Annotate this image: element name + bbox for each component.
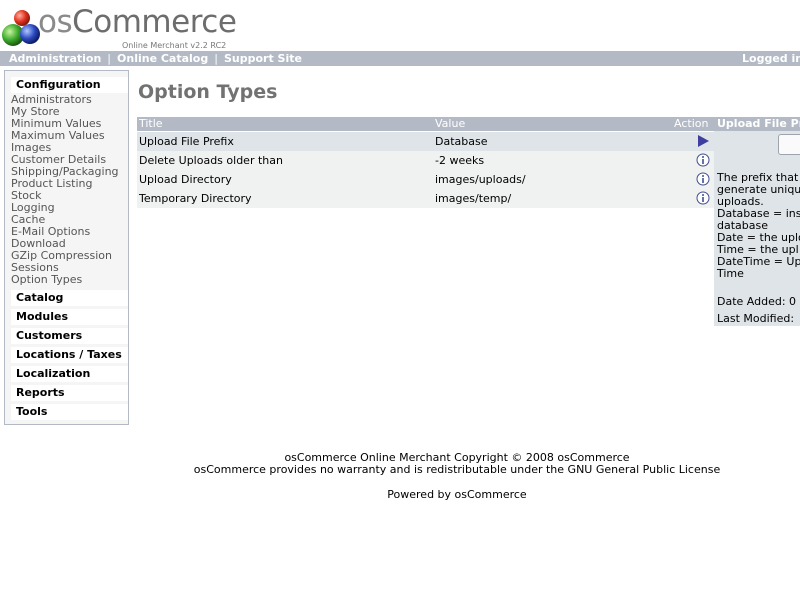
edit-button[interactable]: [778, 134, 800, 155]
support-site-link[interactable]: Support Site: [224, 52, 302, 65]
oscommerce-logo[interactable]: osCommerce Online Merchant v2.2 RC2: [0, 4, 237, 50]
infobox-description: The prefix that generate uniqu uploads. …: [717, 172, 800, 280]
sidebar-heading-tools[interactable]: Tools: [11, 404, 128, 420]
date-added: Date Added: 0: [717, 295, 797, 308]
table-row[interactable]: Delete Uploads older than -2 weeks: [137, 151, 714, 170]
row-value: Database: [435, 135, 488, 148]
page-title: Option Types: [138, 81, 278, 103]
configuration-menu: Administrators My Store Minimum Values M…: [11, 94, 126, 286]
last-modified: Last Modified:: [717, 312, 795, 325]
info-icon[interactable]: [696, 172, 710, 186]
infobox-title: Upload File Pre: [714, 117, 800, 131]
info-icon[interactable]: [696, 191, 710, 205]
row-title: Upload File Prefix: [139, 135, 234, 148]
top-nav-links: Administration | Online Catalog | Support Si…: [9, 51, 302, 66]
sidebar-item-option-types[interactable]: Option Types: [11, 274, 126, 286]
logo-balls-icon: [2, 10, 40, 46]
nav-separator: |: [214, 52, 218, 65]
sidebar-heading-reports[interactable]: Reports: [11, 385, 128, 401]
column-header-title: Title: [139, 117, 163, 130]
column-header-value: Value: [435, 117, 466, 130]
sidebar-heading-configuration[interactable]: Configuration: [11, 77, 128, 93]
sidebar-heading-modules[interactable]: Modules: [11, 309, 128, 325]
table-row[interactable]: Upload Directory images/uploads/: [137, 170, 714, 189]
info-icon[interactable]: [696, 153, 710, 167]
description-line: Time: [717, 267, 744, 280]
table-header: Title Value Action: [137, 117, 714, 131]
sidebar-heading-localization[interactable]: Localization: [11, 366, 128, 382]
row-title: Temporary Directory: [139, 192, 252, 205]
sidebar: Configuration Administrators My Store Mi…: [4, 70, 129, 425]
table-row[interactable]: Temporary Directory images/temp/: [137, 189, 714, 208]
arrow-right-icon[interactable]: [696, 134, 710, 148]
infobox-panel: The prefix that generate uniqu uploads. …: [714, 131, 800, 326]
row-value: -2 weeks: [435, 154, 485, 167]
header: osCommerce Online Merchant v2.2 RC2: [0, 0, 800, 50]
logo-wordmark: osCommerce: [38, 4, 237, 40]
nav-separator: |: [107, 52, 112, 65]
sidebar-heading-catalog[interactable]: Catalog: [11, 290, 128, 306]
table-row[interactable]: Upload File Prefix Database: [137, 132, 714, 151]
online-catalog-link[interactable]: Online Catalog: [117, 52, 208, 65]
logged-in-status: Logged in a: [742, 52, 800, 65]
row-value: images/temp/: [435, 192, 512, 205]
row-title: Delete Uploads older than: [139, 154, 283, 167]
footer-license: osCommerce provides no warranty and is r…: [193, 463, 721, 476]
administration-link[interactable]: Administration: [9, 52, 101, 65]
logo-commerce: Commerce: [72, 4, 237, 40]
logo-subtitle: Online Merchant v2.2 RC2: [122, 41, 227, 50]
top-navigation-bar: Administration | Online Catalog | Support Si…: [0, 51, 800, 66]
column-header-action: Action: [674, 117, 709, 130]
logo-os: os: [38, 4, 73, 40]
row-title: Upload Directory: [139, 173, 232, 186]
row-value: images/uploads/: [435, 173, 526, 186]
footer-powered-by[interactable]: Powered by osCommerce: [0, 488, 800, 501]
sidebar-heading-locations-taxes[interactable]: Locations / Taxes: [11, 347, 128, 363]
sidebar-heading-customers[interactable]: Customers: [11, 328, 128, 344]
